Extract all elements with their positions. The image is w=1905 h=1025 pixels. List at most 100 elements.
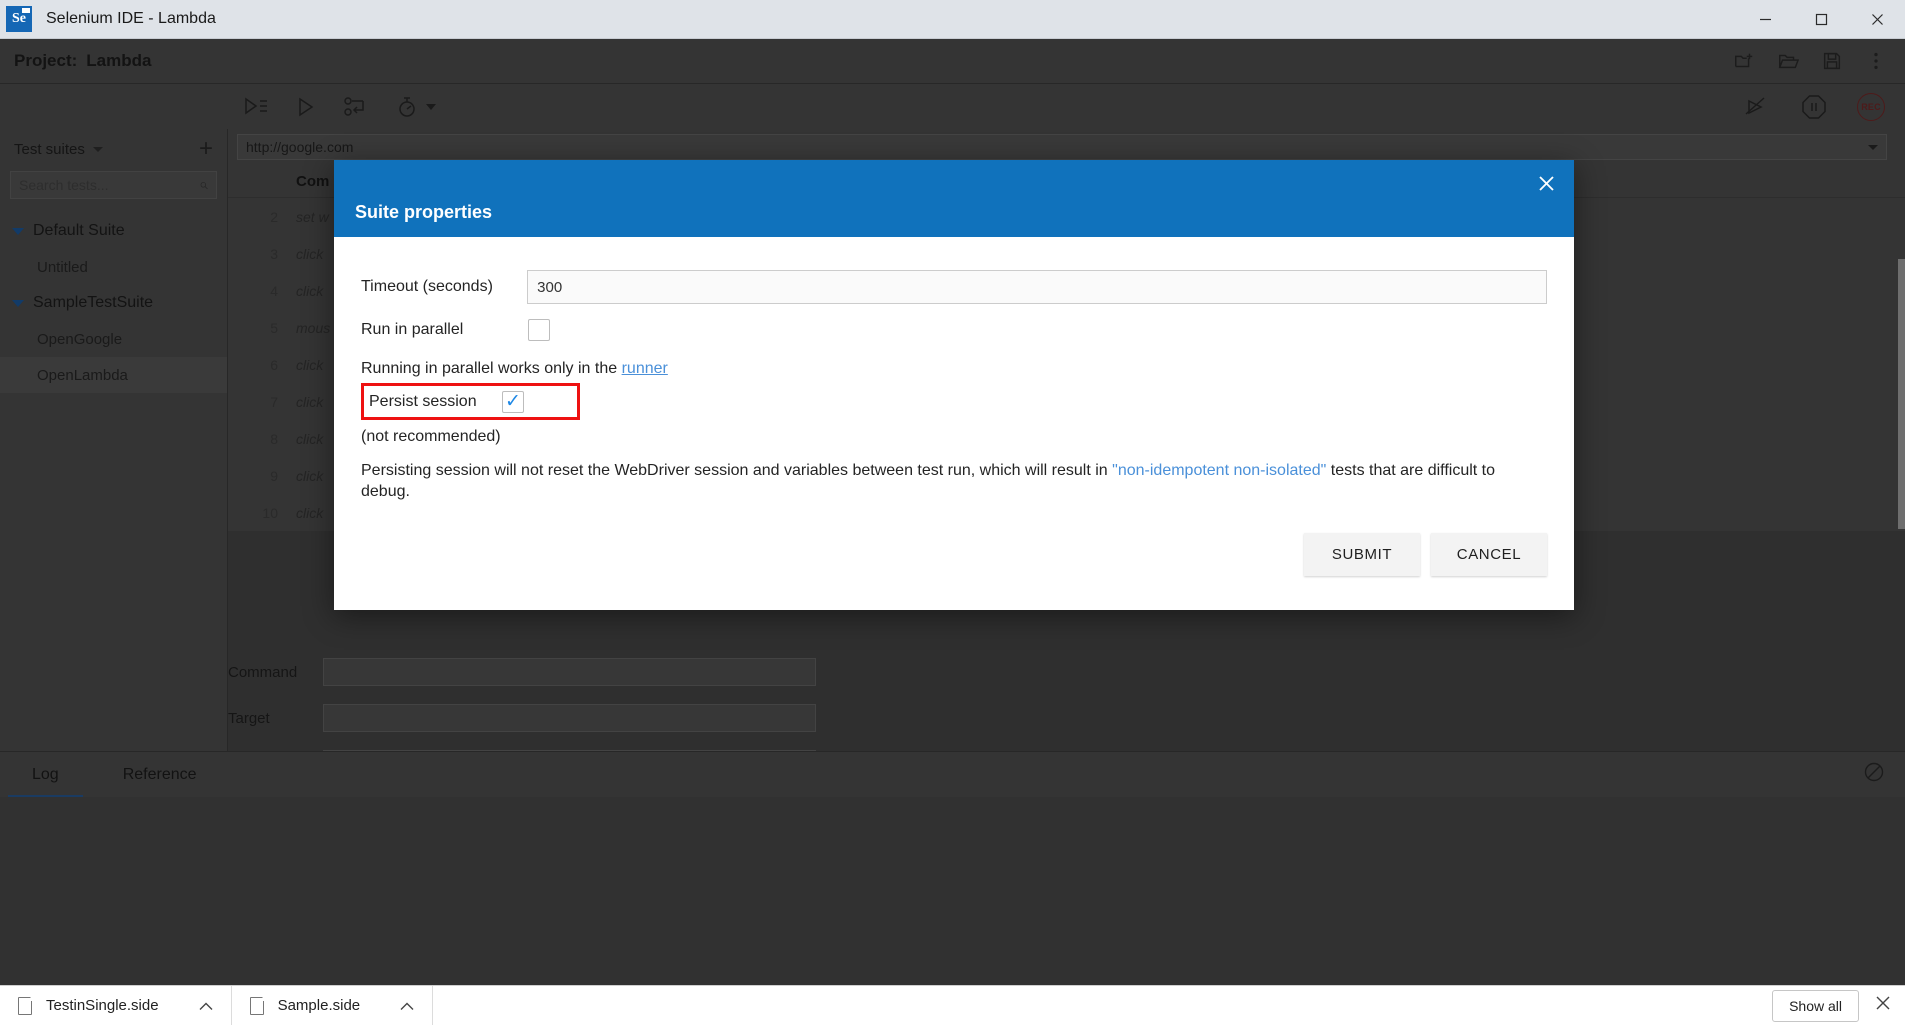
- clear-log-icon[interactable]: [1863, 761, 1885, 788]
- chevron-down-icon[interactable]: [1868, 145, 1878, 150]
- downloads-bar-actions: Show all: [1772, 990, 1905, 1022]
- log-tabbar: Log Reference: [0, 751, 1905, 797]
- open-project-icon[interactable]: [1777, 50, 1799, 72]
- row-index: 5: [228, 320, 296, 336]
- file-icon: [18, 997, 32, 1015]
- persist-session-highlight: Persist session ✓: [361, 383, 580, 420]
- row-index: 4: [228, 283, 296, 299]
- dialog-body: Timeout (seconds) Run in parallel Runnin…: [334, 237, 1574, 503]
- row-index: 9: [228, 468, 296, 484]
- run-all-tests-icon[interactable]: [243, 96, 269, 118]
- checkmark-icon: ✓: [505, 392, 521, 411]
- download-item-sample[interactable]: Sample.side: [232, 986, 434, 1025]
- maximize-icon[interactable]: [1793, 0, 1849, 39]
- tab-reference-label: Reference: [123, 766, 197, 784]
- suite-label: SampleTestSuite: [33, 294, 153, 312]
- search-icon: [200, 177, 208, 194]
- persist-session-label: Persist session: [369, 393, 502, 411]
- tab-reference[interactable]: Reference: [91, 752, 229, 798]
- sidebar-item-default-suite[interactable]: Default Suite: [0, 213, 227, 249]
- project-actions: [1733, 50, 1905, 72]
- tab-log[interactable]: Log: [0, 752, 91, 798]
- parallel-note-text: Running in parallel works only in the: [361, 360, 622, 377]
- sidebar-item-sampletestsuite[interactable]: SampleTestSuite: [0, 285, 227, 321]
- project-name: Lambda: [86, 51, 151, 71]
- chevron-down-icon[interactable]: [93, 147, 103, 152]
- close-downloads-icon[interactable]: [1875, 995, 1891, 1017]
- test-suites-title: Test suites: [14, 141, 85, 158]
- timeout-row: Timeout (seconds): [361, 270, 1547, 304]
- test-label: Untitled: [37, 259, 88, 276]
- command-label: Command: [228, 664, 323, 681]
- form-row-command: Command: [228, 649, 1905, 695]
- run-in-parallel-label: Run in parallel: [361, 321, 528, 339]
- command-input[interactable]: [323, 658, 816, 686]
- sidebar-item-openlambda[interactable]: OpenLambda: [0, 357, 227, 393]
- persist-session-checkbox[interactable]: ✓: [502, 391, 524, 413]
- chevron-up-icon[interactable]: [199, 998, 213, 1014]
- download-filename: Sample.side: [278, 997, 361, 1014]
- test-speed-icon[interactable]: [395, 95, 436, 119]
- download-item-testinsingle[interactable]: TestinSingle.side: [0, 986, 232, 1025]
- add-suite-button[interactable]: +: [199, 137, 213, 161]
- timeout-input[interactable]: [527, 270, 1547, 304]
- test-label: OpenGoogle: [37, 331, 122, 348]
- suite-properties-dialog: Suite properties Timeout (seconds) Run i…: [334, 160, 1574, 610]
- run-in-parallel-checkbox[interactable]: [528, 319, 550, 341]
- target-input[interactable]: [323, 704, 816, 732]
- window-controls: [1737, 0, 1905, 39]
- record-icon[interactable]: REC: [1857, 93, 1885, 121]
- runner-link[interactable]: runner: [622, 360, 668, 377]
- log-panel: [0, 797, 1905, 985]
- submit-button[interactable]: SUBMIT: [1304, 533, 1420, 576]
- form-row-target: Target: [228, 695, 1905, 741]
- vertical-scrollbar[interactable]: [1898, 259, 1905, 529]
- search-input[interactable]: [19, 177, 200, 193]
- close-icon[interactable]: [1849, 0, 1905, 39]
- row-index: 2: [228, 209, 296, 225]
- test-label: OpenLambda: [37, 367, 128, 384]
- expand-triangle-icon: [12, 300, 24, 307]
- persist-session-subnote: (not recommended): [361, 428, 1547, 446]
- downloads-bar: TestinSingle.side Sample.side Show all: [0, 985, 1905, 1025]
- tab-log-label: Log: [32, 766, 59, 784]
- description-quote: "non-idempotent non-isolated": [1112, 462, 1326, 479]
- more-options-icon[interactable]: [1865, 50, 1887, 72]
- row-index: 7: [228, 394, 296, 410]
- persist-session-description: Persisting session will not reset the We…: [361, 460, 1526, 503]
- playback-toolbar: REC: [0, 84, 1905, 129]
- new-project-icon[interactable]: [1733, 50, 1755, 72]
- disable-breakpoints-icon[interactable]: [1743, 95, 1771, 119]
- cancel-button[interactable]: CANCEL: [1431, 533, 1547, 576]
- expand-triangle-icon: [12, 228, 24, 235]
- description-part1: Persisting session will not reset the We…: [361, 462, 1112, 479]
- search-tests-wrapper: [10, 171, 217, 199]
- run-current-test-icon[interactable]: [295, 96, 317, 118]
- target-label: Target: [228, 710, 323, 727]
- test-suites-tree: Default Suite Untitled SampleTestSuite O…: [0, 213, 227, 393]
- step-over-icon[interactable]: [343, 96, 369, 118]
- selenium-ide-window: Se Selenium IDE - Lambda Project: Lambda: [0, 0, 1905, 1025]
- test-suites-header: Test suites +: [0, 129, 227, 169]
- dialog-title: Suite properties: [355, 202, 492, 223]
- base-url-input[interactable]: http://google.com: [237, 134, 1887, 160]
- sidebar-item-untitled[interactable]: Untitled: [0, 249, 227, 285]
- timeout-label: Timeout (seconds): [361, 278, 527, 296]
- save-project-icon[interactable]: [1821, 50, 1843, 72]
- base-url-value: http://google.com: [246, 139, 353, 155]
- download-filename: TestinSingle.side: [46, 997, 159, 1014]
- row-index: 10: [228, 505, 296, 521]
- pause-icon[interactable]: [1801, 94, 1827, 120]
- chevron-down-icon: [426, 104, 436, 110]
- row-index: 8: [228, 431, 296, 447]
- project-label: Project:: [14, 51, 77, 71]
- chevron-up-icon[interactable]: [400, 998, 414, 1014]
- close-icon[interactable]: [1532, 169, 1560, 197]
- show-all-downloads-button[interactable]: Show all: [1772, 990, 1859, 1022]
- suite-label: Default Suite: [33, 222, 125, 240]
- minimize-icon[interactable]: [1737, 0, 1793, 39]
- run-in-parallel-row: Run in parallel: [361, 310, 1547, 350]
- row-index: 6: [228, 357, 296, 373]
- dialog-actions: SUBMIT CANCEL: [334, 503, 1574, 576]
- sidebar-item-opengoogle[interactable]: OpenGoogle: [0, 321, 227, 357]
